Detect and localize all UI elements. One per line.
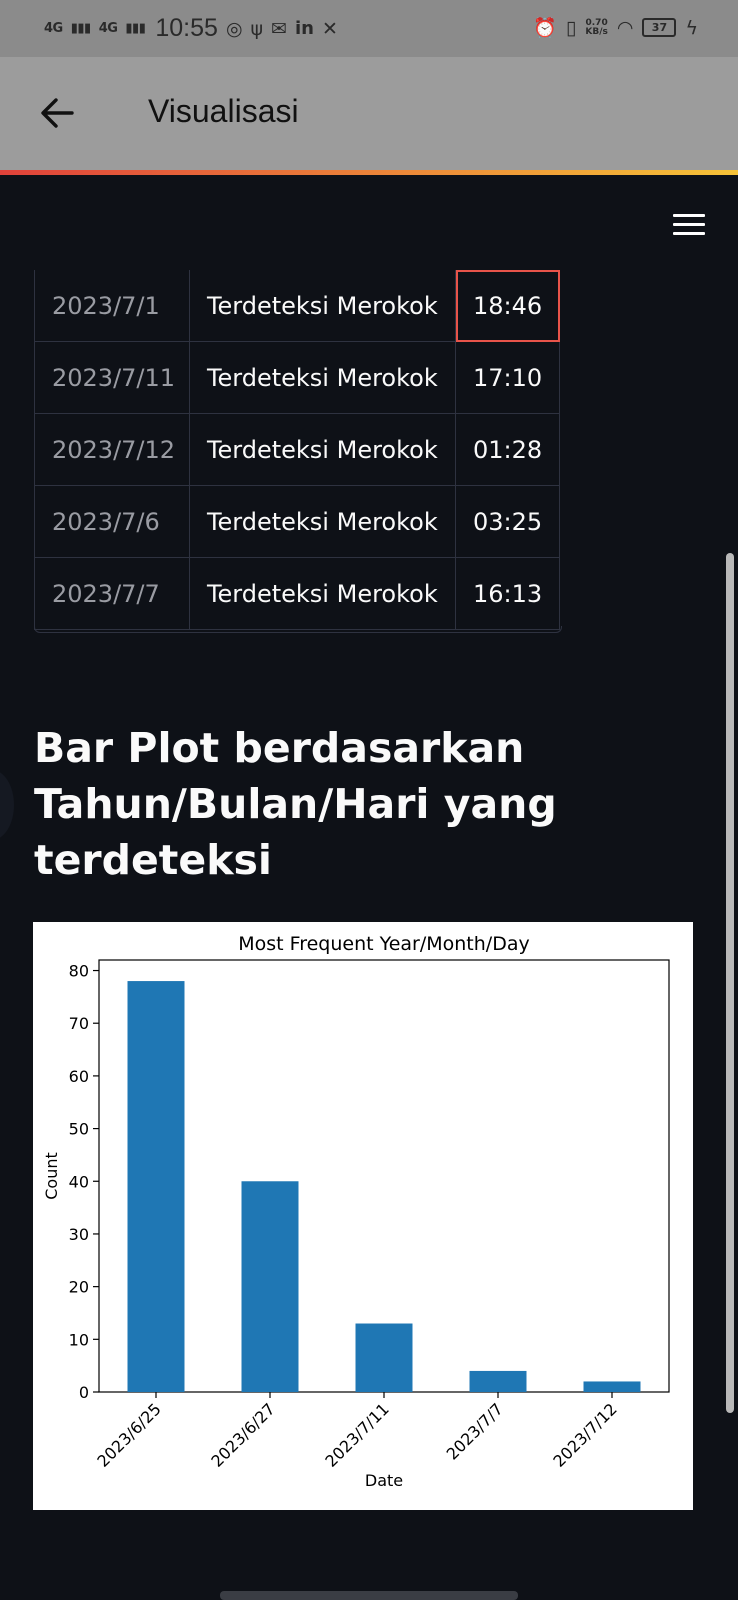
decoration-bar: [0, 170, 738, 175]
date-cell[interactable]: 2023/7/7: [34, 557, 190, 630]
whatsapp-icon: ◎: [225, 17, 243, 40]
time-cell[interactable]: 18:46: [455, 270, 560, 342]
chart-svg: Most Frequent Year/Month/Day 0 10 20 30 40 50 6…: [42, 933, 670, 1490]
signal-bars-icon: ▮▮▮: [70, 21, 91, 36]
signal-2-label: 4G: [98, 21, 118, 36]
table-row: 2023/7/1 Terdeteksi Merokok 18:46: [34, 270, 560, 342]
y-tick-label: 20: [69, 1278, 89, 1297]
x-tick-label: 2023/6/25: [93, 1399, 164, 1470]
time-cell[interactable]: 16:13: [455, 557, 560, 630]
collapse-handle[interactable]: [0, 770, 14, 840]
net-speed: 0.70 KB/s: [585, 18, 608, 37]
detection-table: 2023/7/1 Terdeteksi Merokok 18:46 2023/7/11…: [34, 270, 560, 630]
status-bar: 4G ▮▮▮ 4G ▮▮▮ 10:55 ◎ ψ ✉ in ✕ ⏰ ▯ 0.70 …: [0, 0, 738, 57]
y-tick-label: 10: [69, 1330, 89, 1349]
signal-bars-icon: ▮▮▮: [125, 21, 146, 36]
chart-title: Most Frequent Year/Month/Day: [238, 933, 529, 955]
status-cell[interactable]: Terdeteksi Merokok: [188, 413, 457, 486]
bar: [469, 1370, 527, 1392]
y-tick-label: 0: [79, 1383, 89, 1402]
clock: 10:55: [155, 14, 218, 42]
home-indicator[interactable]: [220, 1591, 518, 1600]
wifi-icon: ◠: [616, 16, 634, 39]
battery-icon: 37: [642, 18, 677, 37]
bar-chart: Most Frequent Year/Month/Day 0 10 20 30 40 50 6…: [33, 922, 693, 1510]
vibrate-icon: ▯: [565, 16, 577, 39]
status-cell[interactable]: Terdeteksi Merokok: [188, 485, 457, 558]
x-tick-label: 2023/7/12: [549, 1399, 620, 1470]
y-tick-label: 60: [69, 1067, 89, 1086]
status-cell[interactable]: Terdeteksi Merokok: [188, 557, 457, 630]
table-border: [34, 626, 562, 633]
time-cell[interactable]: 17:10: [455, 341, 560, 414]
date-cell[interactable]: 2023/7/6: [34, 485, 190, 558]
page-title: Visualisasi: [148, 93, 299, 129]
scrollbar[interactable]: [726, 553, 734, 1413]
date-cell[interactable]: 2023/7/12: [34, 413, 190, 486]
y-axis-label: Count: [42, 1152, 61, 1200]
arrow-left-icon[interactable]: [38, 93, 78, 133]
y-tick-label: 30: [69, 1225, 89, 1244]
charging-icon: ϟ: [685, 16, 698, 39]
tools-icon: ✕: [321, 17, 338, 40]
x-tick-label: 2023/6/27: [207, 1399, 278, 1470]
status-cell[interactable]: Terdeteksi Merokok: [188, 341, 457, 414]
status-cell[interactable]: Terdeteksi Merokok: [188, 270, 457, 342]
bar: [127, 981, 185, 1392]
table-row: 2023/7/12 Terdeteksi Merokok 01:28: [34, 413, 560, 486]
bar: [355, 1323, 413, 1392]
bar: [583, 1381, 641, 1392]
time-cell[interactable]: 03:25: [455, 485, 560, 558]
date-cell[interactable]: 2023/7/1: [34, 270, 190, 342]
table-row: 2023/7/11 Terdeteksi Merokok 17:10: [34, 341, 560, 414]
section-heading: Bar Plot berdasarkan Tahun/Bulan/Hari ya…: [34, 724, 557, 884]
app-bar: Visualisasi: [0, 57, 738, 170]
battery-level: 37: [651, 21, 668, 34]
y-tick-label: 80: [69, 962, 89, 981]
x-tick-label: 2023/7/7: [443, 1399, 507, 1463]
linkedin-icon: in: [295, 18, 314, 39]
date-cell[interactable]: 2023/7/11: [34, 341, 190, 414]
table-row: 2023/7/7 Terdeteksi Merokok 16:13: [34, 557, 560, 630]
y-tick-label: 70: [69, 1014, 89, 1033]
table-row: 2023/7/6 Terdeteksi Merokok 03:25: [34, 485, 560, 558]
x-tick-label: 2023/7/11: [321, 1399, 392, 1470]
net-speed-unit: KB/s: [585, 26, 608, 37]
x-axis-label: Date: [365, 1471, 403, 1490]
signal-1-label: 4G: [44, 21, 63, 36]
menu-icon[interactable]: [673, 214, 705, 236]
y-tick-label: 50: [69, 1120, 89, 1139]
bar: [241, 1181, 299, 1392]
mail-icon: ✉: [271, 17, 287, 40]
y-tick-label: 40: [69, 1172, 89, 1191]
alarm-icon: ⏰: [533, 17, 557, 39]
time-cell[interactable]: 01:28: [455, 413, 560, 486]
usb-icon: ψ: [250, 17, 264, 40]
